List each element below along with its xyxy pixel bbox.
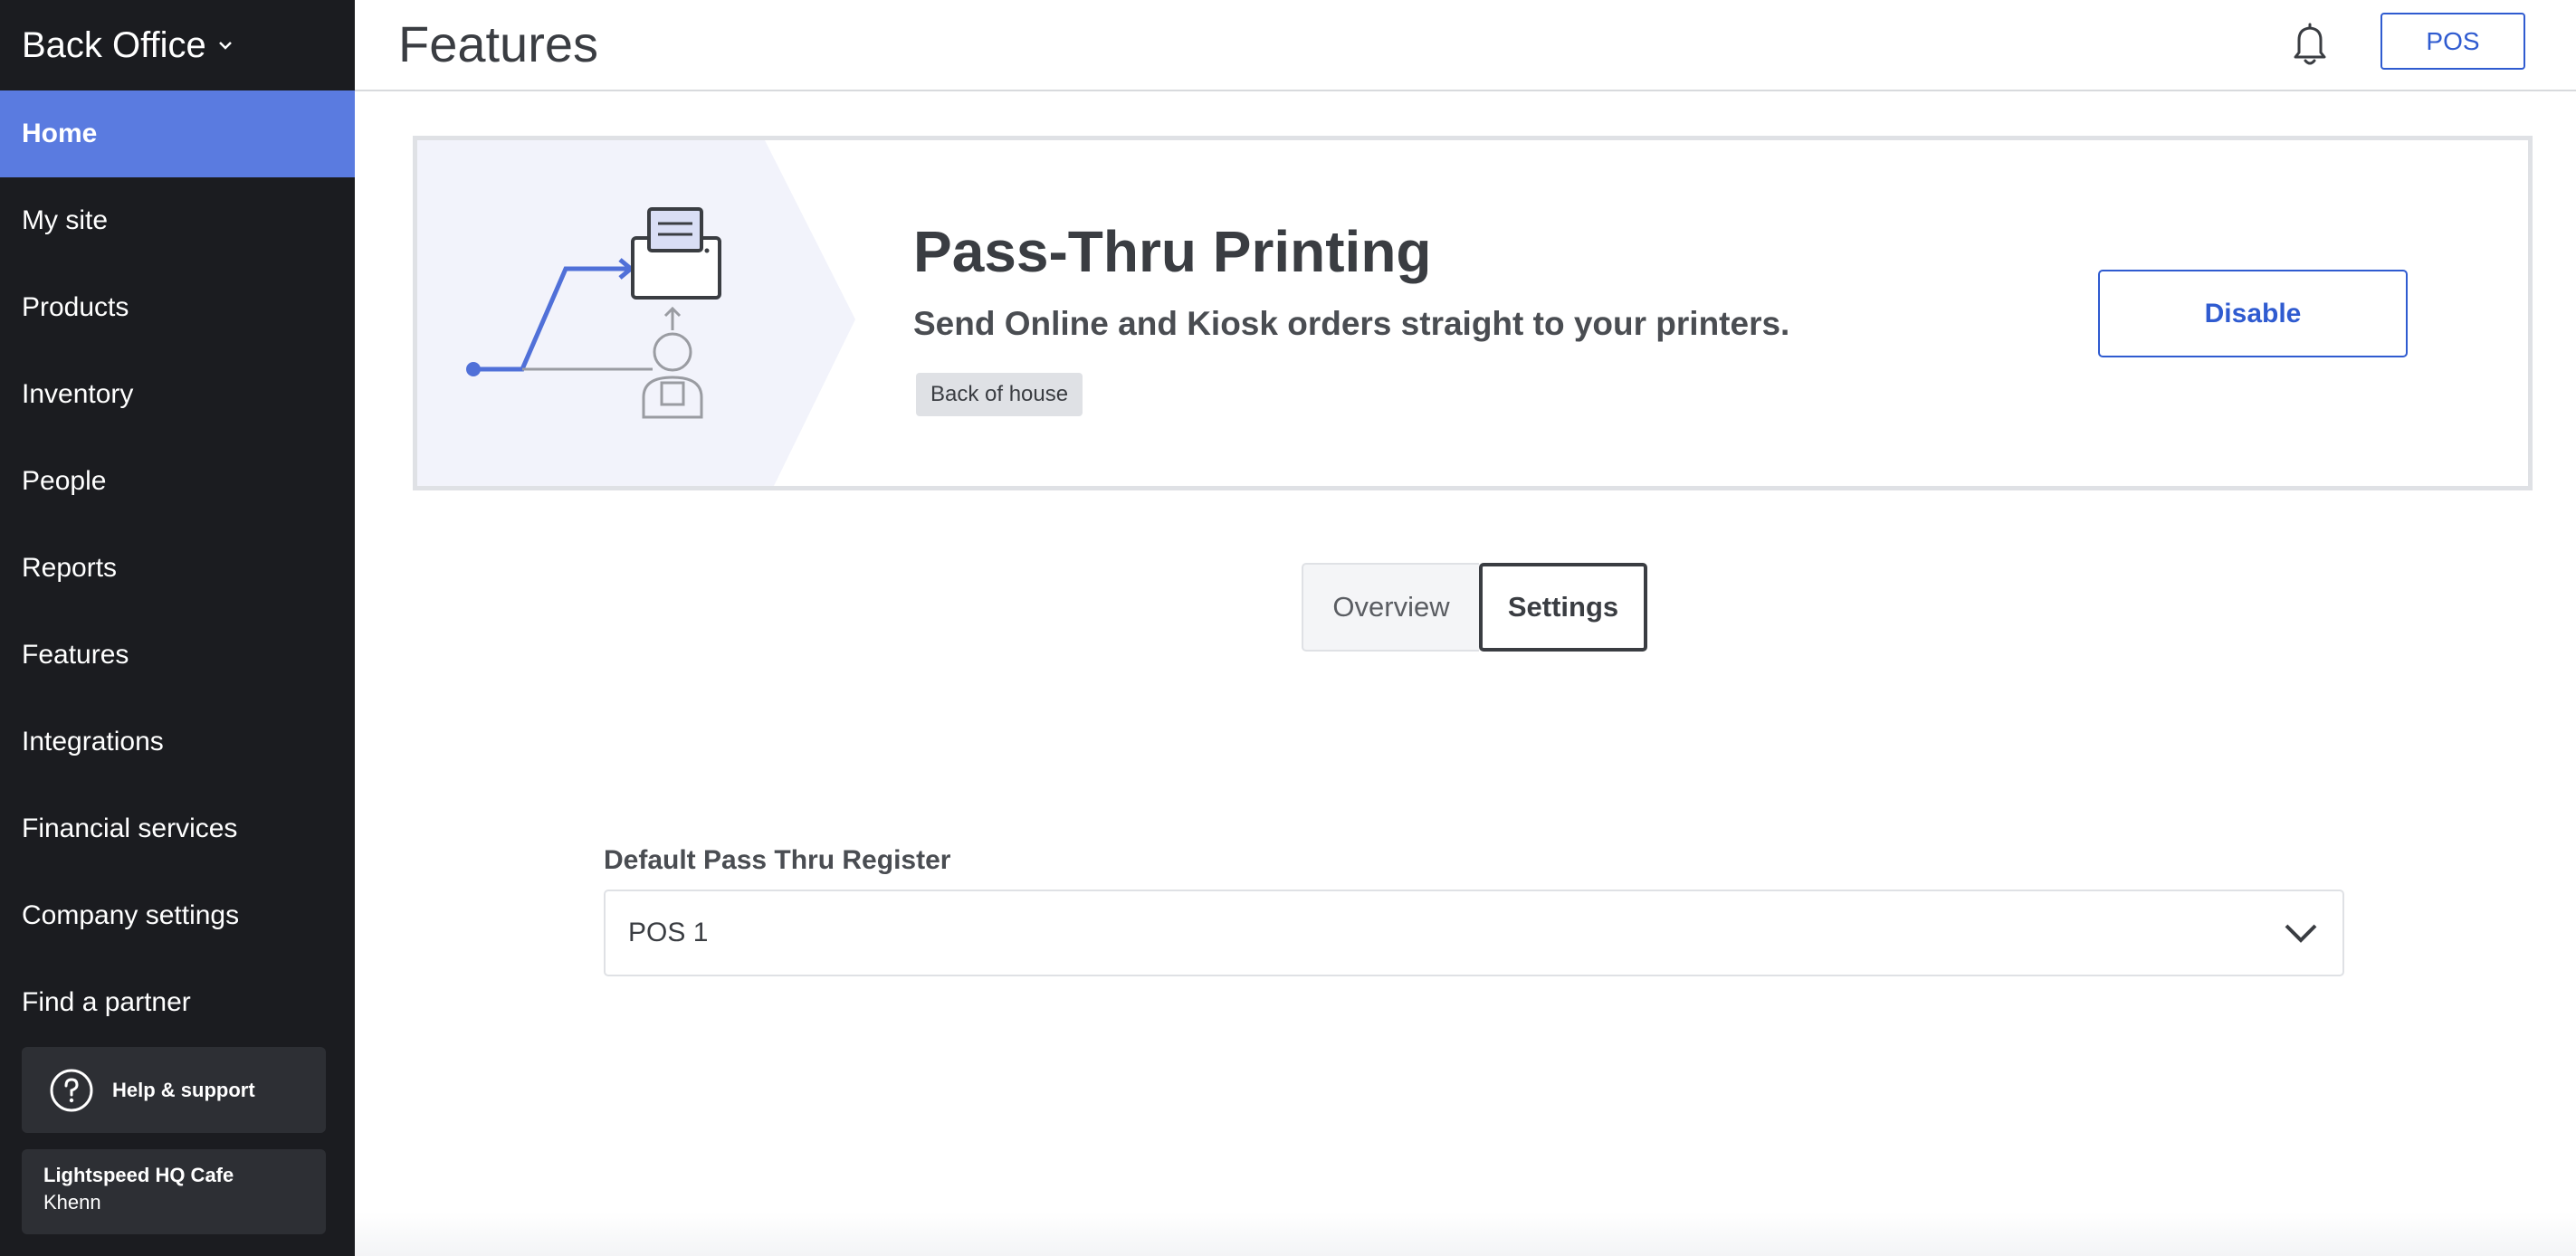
tab-overview[interactable]: Overview [1302, 563, 1479, 652]
feature-title: Pass-Thru Printing [913, 219, 1432, 284]
sidebar-item-home[interactable]: Home [0, 90, 355, 177]
account-user: Khenn [43, 1191, 101, 1213]
chevron-down-icon [218, 42, 232, 50]
brand-label: Back Office [22, 24, 206, 65]
sidebar-item-integrations[interactable]: Integrations [0, 699, 355, 785]
sidebar-item-financial-services[interactable]: Financial services [0, 785, 355, 872]
sidebar-item-reports[interactable]: Reports [0, 525, 355, 612]
feature-card: Pass-Thru Printing Send Online and Kiosk… [413, 136, 2533, 490]
sidebar-item-label: Company settings [22, 900, 240, 930]
pos-button[interactable]: POS [2380, 13, 2525, 70]
bottom-fade [355, 1213, 2576, 1256]
register-field-label: Default Pass Thru Register [604, 845, 951, 875]
sidebar-item-label: Inventory [22, 379, 134, 409]
sidebar-item-people[interactable]: People [0, 438, 355, 525]
sidebar-item-features[interactable]: Features [0, 612, 355, 699]
feature-tabs: Overview Settings [1302, 563, 1647, 652]
sidebar-item-label: Find a partner [22, 987, 191, 1017]
help-support-label: Help & support [112, 1078, 255, 1101]
register-select[interactable]: POS 1 [604, 890, 2344, 976]
app: Back Office Home My site Products Invent… [0, 0, 2576, 1256]
sidebar-item-label: People [22, 466, 107, 496]
account-switcher[interactable]: Lightspeed HQ Cafe Khenn [22, 1149, 326, 1234]
sidebar-item-my-site[interactable]: My site [0, 177, 355, 264]
help-support-button[interactable]: Help & support [22, 1047, 326, 1133]
disable-button[interactable]: Disable [2098, 270, 2408, 357]
sidebar-item-label: Reports [22, 553, 118, 583]
category-badge: Back of house [916, 373, 1083, 416]
feature-subtitle: Send Online and Kiosk orders straight to… [913, 305, 1790, 342]
sidebar-item-find-a-partner[interactable]: Find a partner [0, 959, 355, 1046]
sidebar-item-products[interactable]: Products [0, 264, 355, 351]
sidebar-item-label: My site [22, 205, 109, 235]
pass-thru-printing-illustration [417, 140, 855, 486]
account-location: Lightspeed HQ Cafe [43, 1164, 234, 1186]
brand-menu[interactable]: Back Office [0, 0, 355, 90]
sidebar-item-inventory[interactable]: Inventory [0, 351, 355, 438]
sidebar-item-label: Home [22, 119, 98, 148]
sidebar-item-company-settings[interactable]: Company settings [0, 872, 355, 959]
help-icon [50, 1069, 93, 1111]
bell-icon[interactable] [2283, 16, 2337, 71]
chevron-down-icon [2285, 924, 2317, 943]
page-title: Features [398, 15, 598, 72]
register-select-value: POS 1 [628, 918, 709, 947]
tab-settings[interactable]: Settings [1479, 563, 1647, 652]
sidebar-item-label: Integrations [22, 727, 164, 756]
sidebar-item-label: Features [22, 640, 129, 670]
top-header: Features POS [355, 0, 2576, 91]
sidebar-item-label: Financial services [22, 814, 238, 843]
sidebar: Back Office Home My site Products Invent… [0, 0, 355, 1256]
sidebar-item-label: Products [22, 292, 129, 322]
